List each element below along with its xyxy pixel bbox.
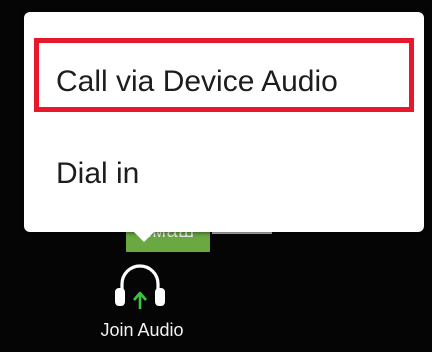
meeting-screen: ммаш Call via Device Audio Dial in Join … bbox=[0, 0, 432, 352]
audio-options-popup: Call via Device Audio Dial in bbox=[24, 12, 424, 232]
dial-in-option[interactable]: Dial in bbox=[24, 144, 424, 204]
popup-pointer bbox=[130, 228, 158, 242]
highlight-box bbox=[34, 38, 414, 112]
headphone-icon bbox=[115, 264, 165, 309]
join-audio-label: Join Audio bbox=[100, 320, 184, 340]
join-audio-button[interactable]: Join Audio bbox=[82, 258, 202, 352]
